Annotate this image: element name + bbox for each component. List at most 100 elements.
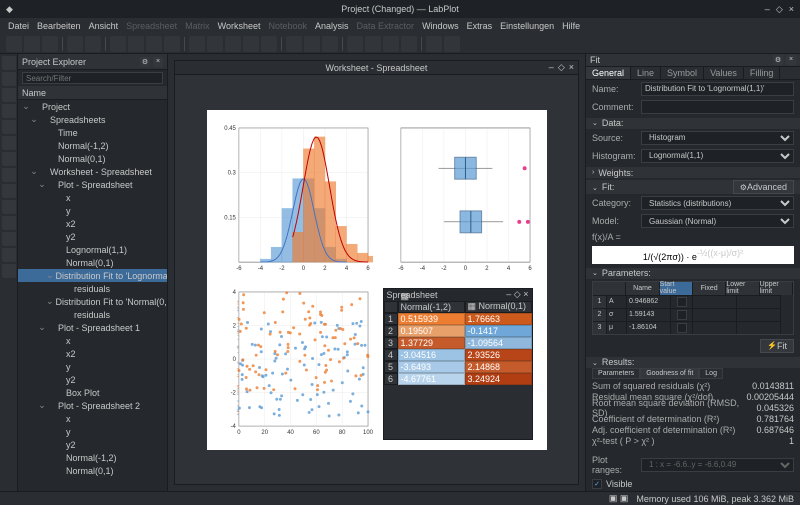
tool-a[interactable] xyxy=(189,36,205,52)
tree-node[interactable]: Normal(0,1) xyxy=(18,464,167,477)
fit-section[interactable]: ⌄Fit: ⚙ Advanced xyxy=(586,180,800,194)
param-col-header[interactable]: Upper limit xyxy=(760,282,793,295)
result-tab[interactable]: Parameters xyxy=(592,368,640,379)
rail-10[interactable] xyxy=(2,200,16,214)
ws-max-icon[interactable]: ◇ xyxy=(558,62,565,73)
tool-j[interactable] xyxy=(365,36,381,52)
param-col-header[interactable]: Name xyxy=(626,282,659,295)
tab-line[interactable]: Line xyxy=(631,67,661,79)
tree-node[interactable]: x xyxy=(18,191,167,204)
menu-einstellungen[interactable]: Einstellungen xyxy=(500,21,554,31)
tree-node[interactable]: Normal(-1,2) xyxy=(18,451,167,464)
rail-2[interactable] xyxy=(2,72,16,86)
tree-node[interactable]: ⌄Plot - Spreadsheet 2 xyxy=(18,399,167,412)
result-tab[interactable]: Goodness of fit xyxy=(640,368,699,379)
rail-13[interactable] xyxy=(2,248,16,262)
rail-8[interactable] xyxy=(2,168,16,182)
tab-symbol[interactable]: Symbol xyxy=(661,67,704,79)
data-section[interactable]: ⌄Data: xyxy=(586,118,800,129)
explorer-config-icon[interactable]: ⚙ xyxy=(140,57,150,67)
param-col-header[interactable]: Lower limit xyxy=(726,282,759,295)
result-tab[interactable]: Log xyxy=(699,368,723,379)
param-col-header[interactable]: Start value xyxy=(660,282,693,295)
rail-5[interactable] xyxy=(2,120,16,134)
menu-windows[interactable]: Windows xyxy=(422,21,459,31)
maximize-icon[interactable]: ◇ xyxy=(776,4,783,15)
tree-node[interactable]: ⌄Plot - Spreadsheet 1 xyxy=(18,321,167,334)
category-select[interactable]: Statistics (distributions) xyxy=(641,196,794,210)
param-fixed-checkbox[interactable] xyxy=(677,323,687,333)
tree-node[interactable]: Box Plot xyxy=(18,386,167,399)
ranges-select[interactable]: 1 : x = -6.6..y = -6.6,0.49 xyxy=(641,458,794,472)
tool-new[interactable] xyxy=(6,36,22,52)
overlay-row[interactable]: 20.19507-0.1417 xyxy=(384,325,532,337)
menu-analysis[interactable]: Analysis xyxy=(315,21,349,31)
tool-redo[interactable] xyxy=(85,36,101,52)
fit-button[interactable]: ⚡ Fit xyxy=(760,339,794,353)
tree-node[interactable]: y xyxy=(18,360,167,373)
menu-data extractor[interactable]: Data Extractor xyxy=(357,21,415,31)
tool-g[interactable] xyxy=(304,36,320,52)
tool-h[interactable] xyxy=(322,36,338,52)
fit-close-icon[interactable]: × xyxy=(786,55,796,65)
tree-node[interactable]: x2 xyxy=(18,347,167,360)
close-icon[interactable]: × xyxy=(789,4,794,15)
overlay-row[interactable]: 4-3.045162.93526 xyxy=(384,349,532,361)
explorer-close-icon[interactable]: × xyxy=(153,57,163,67)
overlay-close-icon[interactable]: × xyxy=(523,289,528,299)
source-select[interactable]: Histogram xyxy=(641,131,794,145)
tree-node[interactable]: x xyxy=(18,334,167,347)
plot-histogram[interactable]: -6-4-202460.150.30.45 xyxy=(219,122,373,278)
menu-spreadsheet[interactable]: Spreadsheet xyxy=(126,21,177,31)
results-section[interactable]: ⌄Results: xyxy=(586,357,800,368)
rail-14[interactable] xyxy=(2,264,16,278)
rail-3[interactable] xyxy=(2,88,16,102)
rail-4[interactable] xyxy=(2,104,16,118)
overlay-min-icon[interactable]: – xyxy=(506,289,511,299)
tree-node[interactable]: Lognormal(1,1) xyxy=(18,243,167,256)
tool-save[interactable] xyxy=(42,36,58,52)
overlay-row[interactable]: 6-4.677613.24924 xyxy=(384,373,532,385)
tool-spreadsheet[interactable] xyxy=(128,36,144,52)
search-input[interactable] xyxy=(22,72,163,84)
tree-node[interactable]: ⌄Distribution Fit to 'Lognormal(1,1)' xyxy=(18,269,167,282)
tree-node[interactable]: residuals xyxy=(18,308,167,321)
tool-open[interactable] xyxy=(24,36,40,52)
params-section[interactable]: ⌄Parameters: xyxy=(586,268,800,279)
tree-node[interactable]: x xyxy=(18,412,167,425)
minimize-icon[interactable]: – xyxy=(765,4,770,15)
tree-node[interactable]: y2 xyxy=(18,438,167,451)
tree-node[interactable]: ⌄Distribution Fit to 'Normal(0,1)' xyxy=(18,295,167,308)
tree-node[interactable]: x2 xyxy=(18,217,167,230)
explorer-column-header[interactable]: Name xyxy=(18,86,167,100)
histogram-select[interactable]: Lognormal(1,1) xyxy=(641,149,794,163)
tool-k[interactable] xyxy=(383,36,399,52)
rail-9[interactable] xyxy=(2,184,16,198)
tree-node[interactable]: y xyxy=(18,425,167,438)
tool-worksheet[interactable] xyxy=(110,36,126,52)
tool-e[interactable] xyxy=(261,36,277,52)
tree-node[interactable]: residuals xyxy=(18,282,167,295)
ws-min-icon[interactable]: – xyxy=(549,62,554,73)
overlay-max-icon[interactable]: ◇ xyxy=(514,289,521,299)
tree-node[interactable]: Normal(0,1) xyxy=(18,256,167,269)
param-fixed-checkbox[interactable] xyxy=(677,297,687,307)
tab-values[interactable]: Values xyxy=(704,67,744,79)
tool-c[interactable] xyxy=(225,36,241,52)
plot-scatter[interactable]: 020406080100-4-2024 xyxy=(219,286,373,442)
menu-notebook[interactable]: Notebook xyxy=(268,21,307,31)
tree-node[interactable]: ⌄Worksheet - Spreadsheet xyxy=(18,165,167,178)
tree-node[interactable]: y2 xyxy=(18,230,167,243)
name-input[interactable] xyxy=(641,82,794,96)
weights-section[interactable]: ›Weights: xyxy=(586,167,800,178)
tree-node[interactable]: Time xyxy=(18,126,167,139)
tab-general[interactable]: General xyxy=(586,67,631,79)
overlay-row[interactable]: 31.37729-1.09564 xyxy=(384,337,532,349)
model-select[interactable]: Gaussian (Normal) xyxy=(641,214,794,228)
tool-b[interactable] xyxy=(207,36,223,52)
menu-extras[interactable]: Extras xyxy=(467,21,493,31)
tool-f[interactable] xyxy=(286,36,302,52)
rail-1[interactable] xyxy=(2,56,16,70)
tool-matrix[interactable] xyxy=(146,36,162,52)
param-fixed-checkbox[interactable] xyxy=(677,310,687,320)
